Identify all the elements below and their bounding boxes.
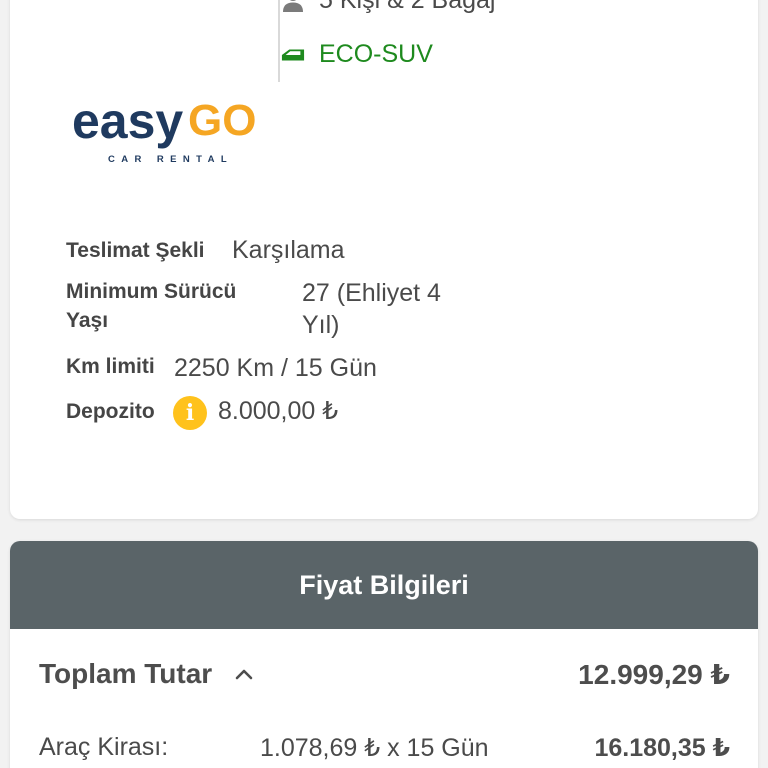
total-amount-label[interactable]: Toplam Tutar <box>39 658 212 690</box>
car-rental-daily-rate: 1.078,69 ₺ x 15 Gün <box>260 734 489 762</box>
car-door-icon <box>281 43 305 67</box>
car-image <box>122 0 226 2</box>
capacity-text: 5 Kişi & 2 Bagaj <box>319 0 496 14</box>
km-limit-label: Km limiti <box>66 355 155 378</box>
logo-tagline: CAR RENTAL <box>108 154 233 163</box>
person-icon <box>281 0 305 13</box>
capacity-feature: 5 Kişi & 2 Bagaj <box>281 0 496 15</box>
easygo-logo: easy GO CAR RENTAL <box>72 93 256 163</box>
min-age-label-line1: Minimum Sürücü <box>66 280 237 303</box>
logo-go: GO <box>188 96 256 145</box>
vertical-divider <box>278 0 280 82</box>
total-amount-value: 12.999,29 ₺ <box>578 659 730 690</box>
deposit-info-icon[interactable]: i <box>173 396 207 430</box>
deposit-value: 8.000,00 ₺ <box>218 397 339 425</box>
min-age-label-line2: Yaşı <box>66 309 109 332</box>
delivery-label: Teslimat Şekli <box>66 239 205 262</box>
price-header: Fiyat Bilgileri <box>10 541 758 629</box>
price-card: Fiyat Bilgileri Toplam Tutar 12.999,29 ₺… <box>10 541 758 768</box>
min-age-value-line1: 27 (Ehliyet 4 <box>302 279 441 307</box>
car-rental-value: 16.180,35 ₺ <box>594 734 730 762</box>
car-rental-label: Araç Kirası: <box>39 733 169 761</box>
deposit-label: Depozito <box>66 400 155 423</box>
price-header-title: Fiyat Bilgileri <box>299 569 469 600</box>
logo-easy: easy <box>72 93 183 149</box>
chevron-up-icon[interactable] <box>232 663 256 687</box>
delivery-value: Karşılama <box>232 236 345 264</box>
km-limit-value: 2250 Km / 15 Gün <box>174 354 377 382</box>
vehicle-card: 5 Kişi & 2 Bagaj ECO-SUV easy GO CAR REN… <box>10 0 758 519</box>
vehicle-class-text: ECO-SUV <box>319 40 433 68</box>
class-feature: ECO-SUV <box>281 40 433 69</box>
min-age-value-line2: Yıl) <box>302 311 340 339</box>
